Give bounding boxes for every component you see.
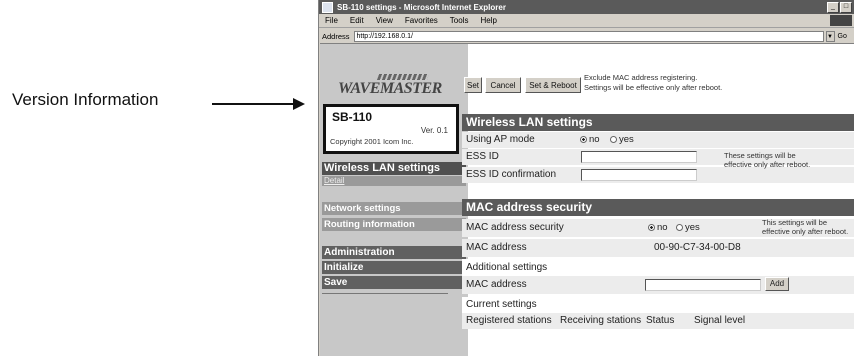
address-dropdown-icon[interactable]: ▼: [825, 30, 835, 42]
address-label: Address: [322, 31, 350, 41]
window-title: SB-110 settings - Microsoft Internet Exp…: [337, 2, 506, 12]
toolbar-note: Exclude MAC address registering. Setting…: [584, 73, 722, 93]
mac-security-no-radio[interactable]: no: [648, 219, 668, 237]
mac-address-row: MAC address 00-90-C7-34-00-D8: [462, 239, 854, 257]
radio-unselected-icon: [676, 223, 683, 231]
essid-confirm-input[interactable]: [581, 169, 697, 181]
radio-selected-icon: [648, 223, 655, 231]
mac-section-heading: MAC address security: [462, 199, 854, 216]
windows-logo-icon: [830, 15, 852, 26]
minimize-button[interactable]: _: [827, 1, 839, 13]
menu-favorites[interactable]: Favorites: [405, 16, 438, 25]
mac-address-value: 00-90-C7-34-00-D8: [654, 242, 741, 253]
wireless-note-line1: These settings will be: [724, 151, 796, 160]
version-number: Ver. 0.1: [420, 126, 448, 135]
essid-confirm-label: ESS ID confirmation: [466, 169, 557, 180]
radio-unselected-icon: [610, 135, 617, 143]
menu-tools[interactable]: Tools: [450, 16, 469, 25]
mac-note-line1: This settings will be: [762, 218, 828, 227]
essid-input[interactable]: [581, 151, 697, 163]
version-information-callout: Version Information: [12, 90, 159, 109]
ap-mode-yes-radio[interactable]: yes: [610, 132, 634, 148]
col-signal-level: Signal level: [694, 315, 746, 326]
wireless-reboot-note: These settings will be effective only af…: [724, 151, 810, 169]
title-bar: SB-110 settings - Microsoft Internet Exp…: [319, 0, 854, 14]
mac-reboot-note: This settings will be effective only aft…: [762, 218, 848, 236]
additional-settings-row: Additional settings: [462, 259, 854, 277]
sidebar-item-save[interactable]: Save: [322, 276, 466, 289]
ap-mode-row: Using AP mode no yes: [462, 132, 854, 148]
copyright-text: Copyright 2001 Icom Inc.: [330, 137, 414, 146]
version-info-box: SB-110 Ver. 0.1 Copyright 2001 Icom Inc.: [323, 104, 459, 154]
wireless-section-heading: Wireless LAN settings: [462, 114, 854, 131]
go-button[interactable]: Go: [838, 33, 847, 40]
essid-label: ESS ID: [466, 151, 499, 162]
menu-help[interactable]: Help: [480, 16, 496, 25]
callout-arrow-line: [212, 103, 296, 105]
sidebar-item-detail[interactable]: Detail: [322, 176, 466, 186]
sidebar-divider: [322, 293, 448, 294]
additional-settings-label: Additional settings: [466, 262, 548, 273]
col-registered-stations: Registered stations: [466, 315, 552, 326]
ap-mode-no-radio[interactable]: no: [580, 132, 600, 148]
mac-address-label: MAC address: [466, 242, 527, 253]
address-input[interactable]: http://192.168.0.1/: [353, 30, 824, 42]
current-settings-row: Current settings: [462, 297, 854, 313]
model-name: SB-110: [332, 110, 373, 124]
maximize-button[interactable]: □: [840, 1, 852, 13]
radio-selected-icon: [580, 135, 587, 143]
ap-mode-no-label: no: [589, 134, 600, 145]
callout-arrow-head: [293, 98, 305, 110]
menu-edit[interactable]: Edit: [350, 16, 364, 25]
sidebar-item-wireless-lan[interactable]: Wireless LAN settings: [322, 162, 466, 175]
set-button[interactable]: Set: [464, 77, 482, 93]
mac-note-line2: effective only after reboot.: [762, 227, 849, 236]
add-mac-input[interactable]: [645, 279, 761, 291]
ie-icon: [322, 1, 333, 13]
stations-header-row: Registered stations Receiving stations S…: [462, 313, 854, 329]
wireless-note-line2: effective only after reboot.: [724, 160, 811, 169]
mac-security-no-label: no: [657, 222, 668, 233]
wavemaster-logo: WAVEMASTER: [338, 74, 448, 104]
add-mac-button[interactable]: Add: [765, 277, 789, 291]
mac-security-yes-label: yes: [685, 222, 700, 233]
current-settings-label: Current settings: [466, 299, 537, 310]
address-bar: Address http://192.168.0.1/ ▼ Go: [319, 28, 854, 44]
cancel-button[interactable]: Cancel: [485, 77, 521, 93]
browser-window: SB-110 settings - Microsoft Internet Exp…: [318, 0, 854, 356]
col-status: Status: [646, 315, 675, 326]
sidebar-item-initialize[interactable]: Initialize: [322, 261, 466, 274]
mac-security-label: MAC address security: [466, 222, 564, 233]
ap-mode-yes-label: yes: [619, 134, 634, 145]
sidebar-item-routing[interactable]: Routing information: [322, 218, 466, 231]
menu-view[interactable]: View: [376, 16, 393, 25]
page-content: WAVEMASTER SB-110 Ver. 0.1 Copyright 200…: [320, 43, 854, 356]
address-value: http://192.168.0.1/: [356, 32, 413, 40]
menu-bar: File Edit View Favorites Tools Help: [319, 14, 854, 28]
sidebar: WAVEMASTER SB-110 Ver. 0.1 Copyright 200…: [320, 44, 468, 356]
add-mac-row: MAC address Add: [462, 276, 854, 294]
add-mac-label: MAC address: [466, 279, 527, 290]
sidebar-item-network[interactable]: Network settings: [322, 202, 466, 215]
toolbar-note-line1: Exclude MAC address registering.: [584, 73, 698, 82]
ap-mode-label: Using AP mode: [466, 134, 535, 145]
main-panel: Set Cancel Set & Reboot Exclude MAC addr…: [462, 44, 854, 356]
essid-confirm-row: ESS ID confirmation: [462, 167, 854, 183]
sidebar-item-administration[interactable]: Administration: [322, 246, 466, 259]
mac-security-yes-radio[interactable]: yes: [676, 219, 700, 237]
toolbar-note-line2: Settings will be effective only after re…: [584, 83, 723, 92]
set-reboot-button[interactable]: Set & Reboot: [525, 77, 581, 93]
logo-text: WAVEMASTER: [338, 80, 442, 97]
menu-file[interactable]: File: [325, 16, 338, 25]
col-receiving-stations: Receiving stations: [560, 315, 642, 326]
